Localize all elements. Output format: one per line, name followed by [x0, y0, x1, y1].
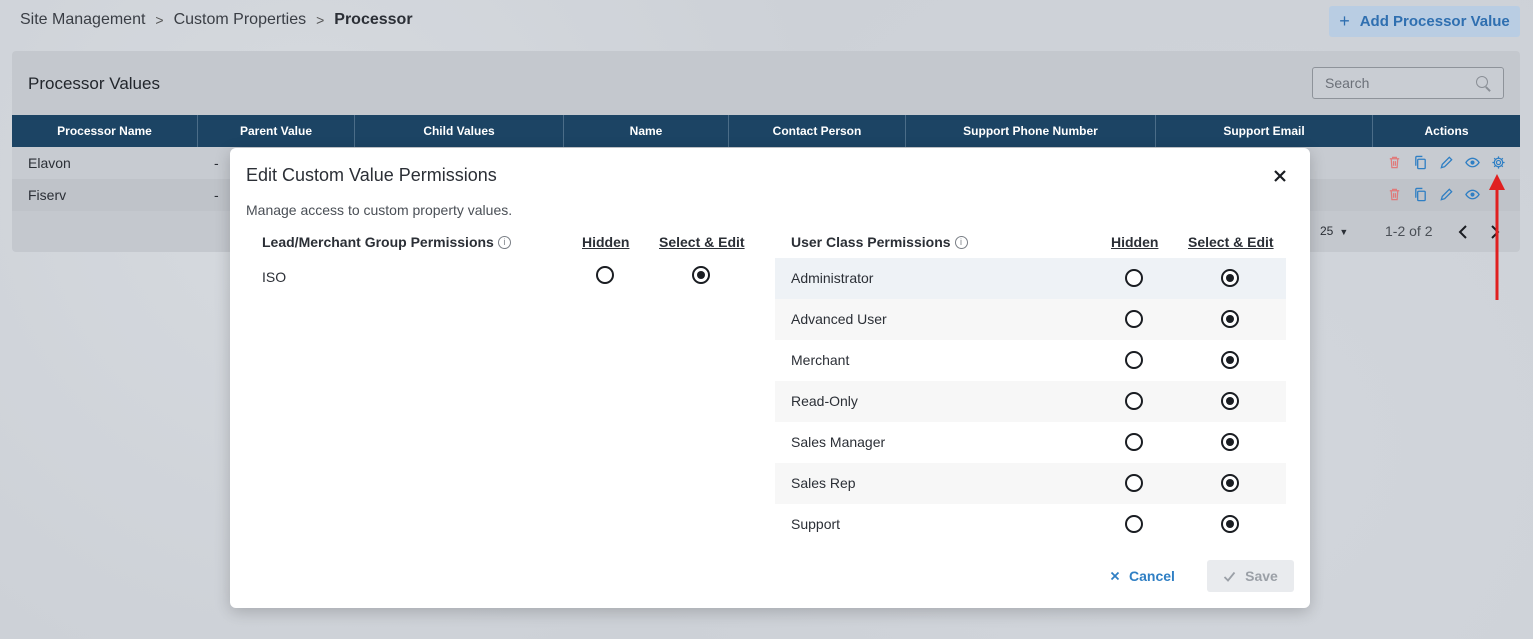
check-icon	[1224, 571, 1236, 582]
uc-row-sales-manager: Sales Manager	[775, 422, 1286, 463]
save-button[interactable]: Save	[1207, 560, 1294, 592]
uc-row-label: Sales Rep	[791, 475, 856, 491]
user-class-permissions-heading: User Class Permissions i	[791, 234, 968, 250]
uc-row-label: Read-Only	[791, 393, 858, 409]
uc-select-edit-radio[interactable]	[1221, 515, 1239, 533]
uc-row-label: Sales Manager	[791, 434, 886, 450]
column-header-actions: Actions	[1424, 124, 1469, 138]
info-icon[interactable]: i	[954, 235, 968, 249]
uc-row-read-only: Read-Only	[775, 381, 1286, 422]
uc-select-edit-radio[interactable]	[1221, 351, 1239, 369]
search-input[interactable]: Search	[1312, 67, 1504, 99]
uc-hidden-radio[interactable]	[1125, 515, 1143, 533]
plus-icon: +	[1339, 11, 1350, 31]
column-header-support-email[interactable]: Support Email	[1156, 115, 1373, 147]
row-actions	[1387, 155, 1506, 170]
copy-icon[interactable]	[1413, 187, 1428, 202]
uc-row-label: Administrator	[791, 270, 874, 286]
uc-row-administrator: Administrator	[775, 258, 1286, 299]
uc-select-edit-radio[interactable]	[1221, 433, 1239, 451]
breadcrumb-separator-icon: >	[316, 12, 325, 28]
breadcrumb: Site Management > Custom Properties > Pr…	[20, 11, 413, 29]
modal-description: Manage access to custom property values.	[246, 202, 513, 218]
search-icon	[1475, 75, 1491, 91]
lm-row-label: ISO	[262, 269, 287, 285]
uc-select-edit-radio[interactable]	[1221, 310, 1239, 328]
uc-hidden-radio[interactable]	[1125, 392, 1143, 410]
card-title: Processor Values	[28, 74, 160, 93]
breadcrumb-custom-properties[interactable]: Custom Properties	[174, 11, 307, 29]
uc-row-label: Merchant	[791, 352, 850, 368]
uc-select-edit-radio[interactable]	[1221, 392, 1239, 410]
close-icon[interactable]	[1270, 166, 1290, 186]
processor-name-cell: Fiserv	[28, 187, 67, 203]
eye-icon[interactable]	[1465, 187, 1480, 202]
uc-hidden-radio[interactable]	[1125, 310, 1143, 328]
chevron-left-icon[interactable]	[1456, 223, 1470, 241]
uc-row-support: Support	[775, 504, 1286, 545]
lm-iso-hidden-radio[interactable]	[596, 266, 614, 284]
copy-icon[interactable]	[1413, 155, 1428, 170]
uc-hidden-column-header[interactable]: Hidden	[1111, 234, 1158, 250]
uc-hidden-radio[interactable]	[1125, 474, 1143, 492]
cancel-button[interactable]: Cancel	[1110, 568, 1175, 584]
page-size-select[interactable]: 25 ▼	[1320, 224, 1348, 238]
uc-row-advanced-user: Advanced User	[775, 299, 1286, 340]
info-icon[interactable]: i	[497, 235, 511, 249]
pencil-icon[interactable]	[1439, 187, 1454, 202]
lm-hidden-column-header[interactable]: Hidden	[582, 234, 629, 250]
breadcrumb-current: Processor	[334, 11, 413, 28]
uc-row-label: Support	[791, 516, 841, 532]
caret-down-icon: ▼	[1339, 227, 1349, 237]
pager-range: 1-2 of 2	[1385, 223, 1433, 239]
uc-select-edit-radio[interactable]	[1221, 474, 1239, 492]
uc-hidden-radio[interactable]	[1125, 351, 1143, 369]
red-arrow-annotation-icon	[1489, 174, 1505, 300]
modal-title: Edit Custom Value Permissions	[246, 165, 497, 185]
add-processor-value-label: Add Processor Value	[1359, 13, 1510, 30]
lead-merchant-permissions-heading: Lead/Merchant Group Permissions i	[262, 234, 511, 250]
uc-row-merchant: Merchant	[775, 340, 1286, 381]
column-header-support-phone[interactable]: Support Phone Number	[906, 115, 1156, 147]
page-size-value: 25	[1320, 224, 1334, 238]
parent-value-cell: -	[214, 155, 219, 171]
uc-row-label: Advanced User	[791, 311, 887, 327]
parent-value-cell: -	[214, 187, 219, 203]
column-header-parent-value[interactable]: Parent Value	[198, 115, 355, 147]
column-header-processor-name[interactable]: Processor Name	[12, 115, 198, 147]
cancel-label: Cancel	[1129, 568, 1175, 584]
lm-iso-select-edit-radio[interactable]	[692, 266, 710, 284]
lm-select-edit-column-header[interactable]: Select & Edit	[659, 234, 745, 250]
uc-select-edit-radio[interactable]	[1221, 269, 1239, 287]
search-placeholder: Search	[1325, 75, 1370, 91]
column-header-contact-person[interactable]: Contact Person	[729, 115, 906, 147]
save-label: Save	[1245, 568, 1278, 584]
lead-merchant-permissions-title: Lead/Merchant Group Permissions	[262, 234, 494, 250]
breadcrumb-separator-icon: >	[155, 12, 164, 28]
trash-icon[interactable]	[1387, 155, 1402, 170]
user-class-permissions-title: User Class Permissions	[791, 234, 951, 250]
eye-icon[interactable]	[1465, 155, 1480, 170]
column-header-name[interactable]: Name	[564, 115, 729, 147]
close-icon	[1110, 571, 1120, 581]
processor-name-cell: Elavon	[28, 155, 71, 171]
add-processor-value-button[interactable]: + Add Processor Value	[1329, 6, 1520, 37]
column-header-child-values[interactable]: Child Values	[355, 115, 564, 147]
edit-permissions-modal: Edit Custom Value Permissions Manage acc…	[230, 148, 1310, 608]
row-actions	[1387, 187, 1480, 202]
gear-icon[interactable]	[1491, 155, 1506, 170]
pencil-icon[interactable]	[1439, 155, 1454, 170]
uc-hidden-radio[interactable]	[1125, 269, 1143, 287]
uc-select-edit-column-header[interactable]: Select & Edit	[1188, 234, 1274, 250]
uc-row-sales-rep: Sales Rep	[775, 463, 1286, 504]
trash-icon[interactable]	[1387, 187, 1402, 202]
breadcrumb-site-management[interactable]: Site Management	[20, 11, 145, 29]
table-header: Processor Name Parent Value Child Values…	[12, 115, 1520, 147]
uc-hidden-radio[interactable]	[1125, 433, 1143, 451]
